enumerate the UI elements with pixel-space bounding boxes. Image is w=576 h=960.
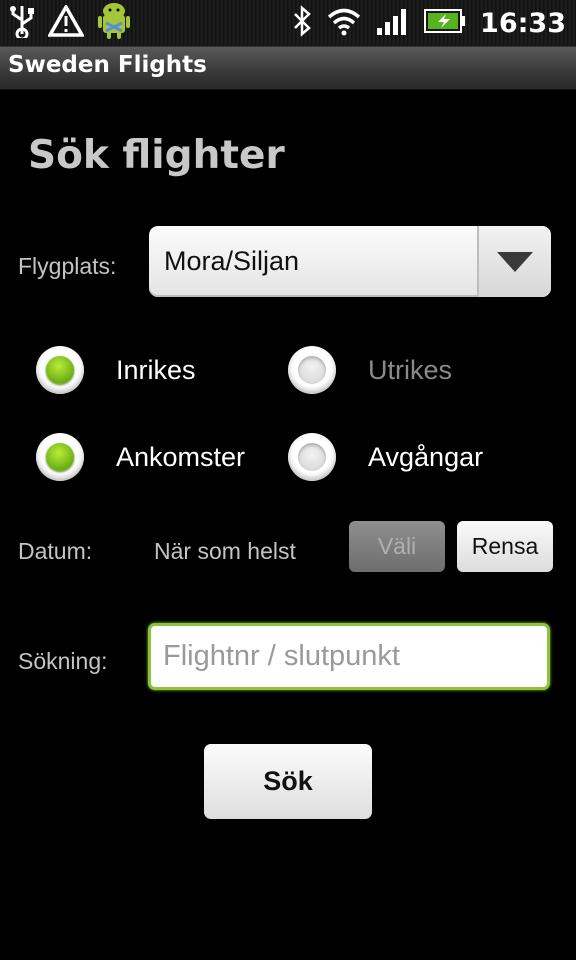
wifi-icon [326,6,362,40]
app-title: Sweden Flights [8,52,207,78]
airport-label: Flygplats: [18,253,117,279]
dropdown-button[interactable] [477,226,551,297]
radio-international-label: Utrikes [368,355,453,385]
app-title-bar: Sweden Flights [0,47,576,90]
usb-icon [8,4,36,42]
search-field[interactable] [148,623,550,690]
radio-domestic[interactable] [36,346,84,394]
android-debug-icon [96,1,132,45]
battery-icon [424,8,466,38]
search-label: Sökning: [18,648,108,674]
search-input[interactable] [163,626,541,687]
radio-departures-label: Avgångar [368,442,484,472]
chevron-down-icon [497,252,533,272]
signal-icon [376,6,410,40]
page-title: Sök flighter [28,133,285,178]
radio-arrivals[interactable] [36,433,84,481]
choose-date-button[interactable]: Väli [349,521,445,572]
airport-selected-value: Mora/Siljan [164,246,300,276]
clock: 16:33 [480,7,566,39]
search-button[interactable]: Sök [204,744,372,819]
bluetooth-icon [292,5,312,41]
radio-arrivals-label: Ankomster [116,442,246,472]
radio-departures[interactable] [288,433,336,481]
clear-date-button[interactable]: Rensa [457,521,553,572]
radio-domestic-label: Inrikes [116,355,196,385]
airport-select[interactable]: Mora/Siljan [149,226,551,297]
warning-icon [46,3,86,41]
date-label: Datum: [18,538,93,564]
date-value: När som helst [154,538,296,564]
radio-international[interactable] [288,346,336,394]
status-bar: 16:33 [0,0,576,47]
